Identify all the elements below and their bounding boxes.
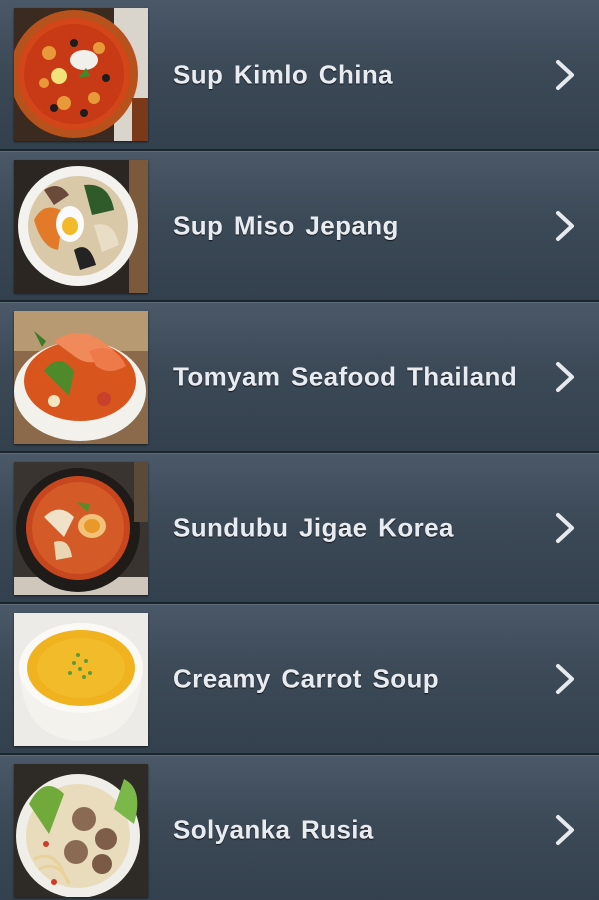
- item-label: Tomyam Seafood Thailand: [173, 361, 518, 392]
- soup-thumbnail-image: [14, 160, 148, 293]
- soup-thumbnail-image: [14, 311, 148, 444]
- list-item-sundubu-jigae-korea[interactable]: Sundubu Jigae Korea: [0, 453, 599, 604]
- item-label: Sup Miso Jepang: [173, 210, 399, 241]
- chevron-right-icon[interactable]: [553, 360, 577, 394]
- item-label: Creamy Carrot Soup: [173, 663, 440, 694]
- soup-thumbnail-image: [14, 8, 148, 141]
- chevron-right-icon[interactable]: [553, 511, 577, 545]
- item-label: Sup Kimlo China: [173, 59, 393, 89]
- soup-thumbnail-image: [14, 613, 148, 746]
- recipe-list: Sup Kimlo China Sup Miso Jepang Tomyam S…: [0, 0, 599, 900]
- item-label: Sundubu Jigae Korea: [173, 512, 454, 543]
- chevron-right-icon[interactable]: [553, 662, 577, 696]
- list-item-solyanka-rusia[interactable]: Solyanka Rusia: [0, 755, 599, 900]
- soup-thumbnail-image: [14, 462, 148, 595]
- list-item-tomyam-seafood-thailand[interactable]: Tomyam Seafood Thailand: [0, 302, 599, 453]
- soup-thumbnail-image: [14, 764, 148, 897]
- chevron-right-icon[interactable]: [553, 813, 577, 847]
- chevron-right-icon[interactable]: [553, 58, 577, 92]
- item-label: Solyanka Rusia: [173, 814, 374, 845]
- chevron-right-icon[interactable]: [553, 209, 577, 243]
- list-item-creamy-carrot-soup[interactable]: Creamy Carrot Soup: [0, 604, 599, 755]
- list-item-sup-kimlo-china[interactable]: Sup Kimlo China: [0, 0, 599, 151]
- list-item-sup-miso-jepang[interactable]: Sup Miso Jepang: [0, 151, 599, 302]
